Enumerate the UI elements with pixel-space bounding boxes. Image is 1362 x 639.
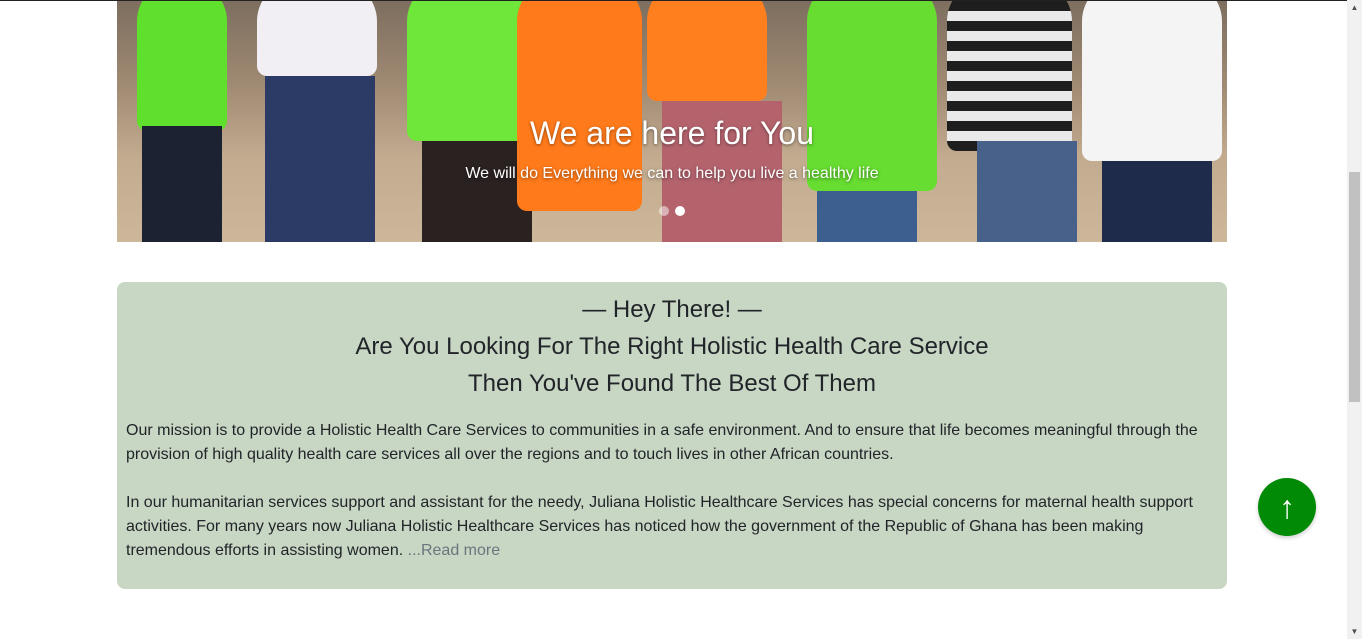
photo-person-orange-2 — [647, 1, 767, 101]
intro-heading-line1: Are You Looking For The Right Holistic H… — [355, 333, 989, 360]
scroll-up-arrow-icon[interactable]: ▲ — [1347, 0, 1362, 15]
hero-carousel[interactable]: We are here for You We will do Everythin… — [117, 1, 1227, 242]
intro-card: — Hey There! — Are You Looking For The R… — [117, 282, 1227, 589]
scrollbar-thumb[interactable] — [1349, 172, 1360, 402]
photo-person-green-left — [137, 1, 227, 131]
read-more-link[interactable]: ...Read more — [408, 542, 500, 559]
arrow-up-icon: ↑ — [1279, 489, 1295, 525]
vertical-scrollbar[interactable]: ▲ ▼ — [1347, 0, 1362, 639]
photo-person-white — [257, 1, 377, 76]
photo-legs-4 — [977, 141, 1077, 242]
carousel-caption-title: We are here for You — [529, 115, 815, 151]
scroll-down-arrow-icon[interactable]: ▼ — [1347, 624, 1362, 639]
carousel-indicators — [117, 206, 1227, 216]
photo-person-green-right — [807, 1, 937, 191]
carousel-indicator-1[interactable] — [659, 206, 669, 216]
back-to-top-button[interactable]: ↑ — [1258, 478, 1316, 536]
photo-legs-2 — [265, 76, 375, 242]
mission-paragraph: Our mission is to provide a Holistic Hea… — [126, 422, 1198, 463]
humanitarian-paragraph: In our humanitarian services support and… — [126, 491, 1207, 563]
photo-legs-3 — [422, 141, 532, 242]
carousel-indicator-2[interactable] — [675, 206, 685, 216]
carousel-caption-subtitle: We will do Everything we can to help you… — [465, 165, 879, 182]
intro-heading-line2: Then You've Found The Best Of Them — [468, 370, 876, 397]
humanitarian-text: In our humanitarian services support and… — [126, 494, 1193, 559]
intro-greeting: — Hey There! — — [582, 296, 762, 323]
photo-jeans — [817, 191, 917, 242]
